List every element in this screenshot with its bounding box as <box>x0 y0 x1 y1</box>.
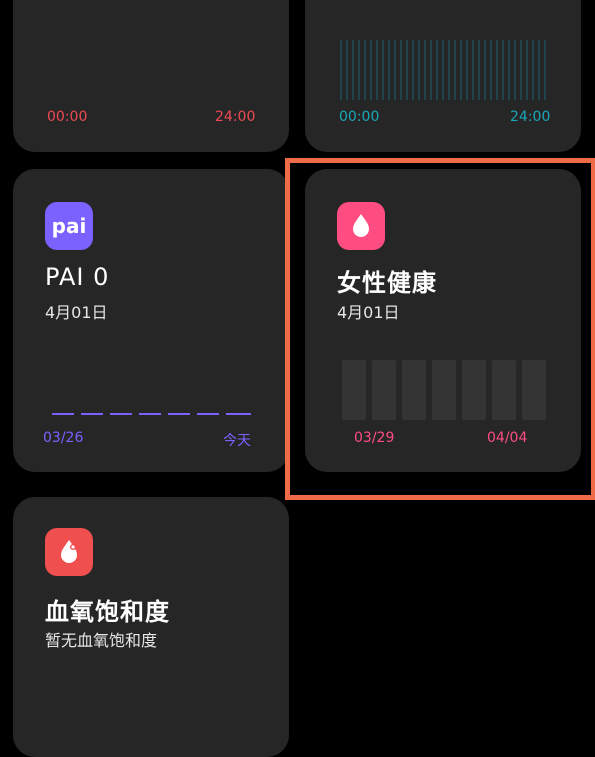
time-start-label: 00:00 <box>47 109 88 125</box>
pai-start-label: 03/26 <box>43 430 84 446</box>
pai-title: PAI 0 <box>45 263 110 291</box>
pai-date: 4月01日 <box>45 303 108 322</box>
spo2-title: 血氧饱和度 <box>45 598 170 626</box>
oxygen-drop-svg <box>61 540 77 563</box>
pai-card[interactable]: pai PAI 0 4月01日 03/26 今天 <box>13 169 289 472</box>
oxygen-drop-icon <box>45 528 93 576</box>
pai-icon-text: pai <box>51 214 87 238</box>
spo2-subtitle: 暂无血氧饱和度 <box>45 631 158 650</box>
activity-card[interactable]: 00:00 24:00 <box>305 0 581 152</box>
pai-end-label: 今天 <box>223 433 251 449</box>
pai-icon: pai <box>45 202 93 250</box>
selection-highlight <box>285 158 595 500</box>
activity-bars <box>340 40 546 100</box>
time-start-label: 00:00 <box>339 109 380 125</box>
time-end-label: 24:00 <box>215 109 256 125</box>
time-end-label: 24:00 <box>510 109 551 125</box>
sleep-card[interactable]: 00:00 24:00 <box>13 0 289 152</box>
spo2-card[interactable]: 血氧饱和度 暂无血氧饱和度 <box>13 497 289 757</box>
pai-trend-line <box>52 413 251 415</box>
